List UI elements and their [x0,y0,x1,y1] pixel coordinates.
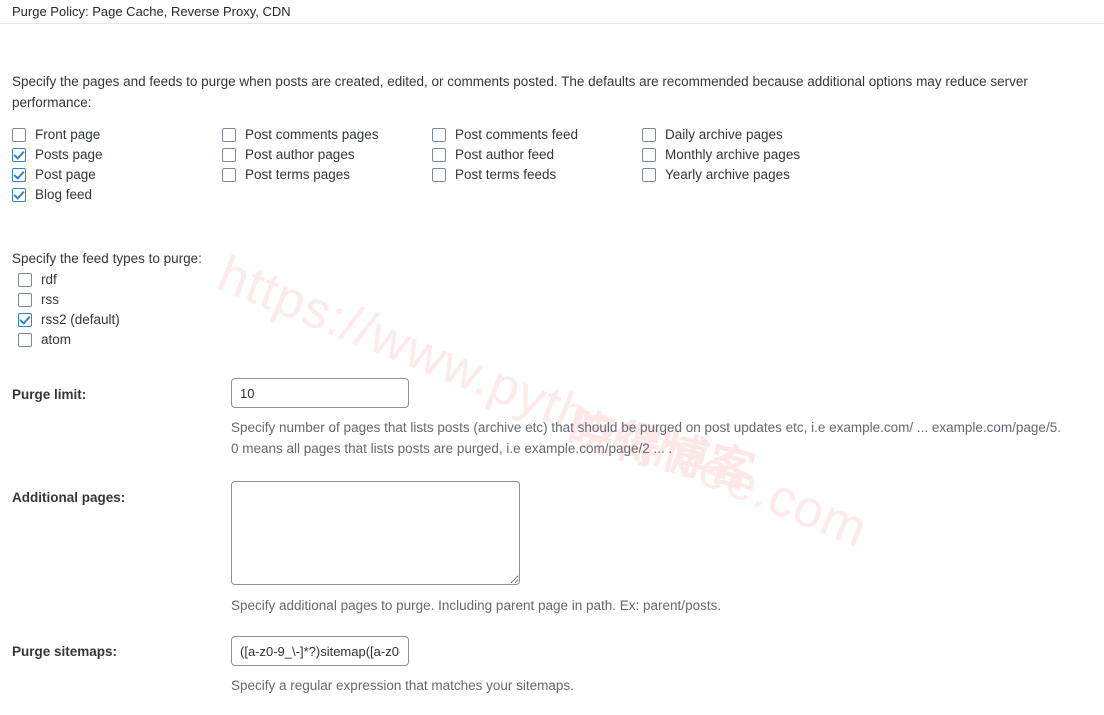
purge-sitemaps-row: Purge sitemaps: Specify a regular expres… [12,636,1092,696]
checkbox-rdf[interactable] [18,273,32,287]
checkbox-label-post-author-pages: Post author pages [245,147,355,162]
checkbox-row-atom[interactable]: atom [12,330,1092,350]
additional-pages-label: Additional pages: [12,490,126,505]
checkbox-daily-archive-pages[interactable] [642,128,656,142]
checkbox-label-rdf: rdf [41,272,57,287]
checkbox-label-post-comments-pages: Post comments pages [245,127,379,142]
purge-targets-column-1: Front page Posts page Post page Blog fee… [12,125,103,205]
checkbox-row-post-comments-feed[interactable]: Post comments feed [432,125,578,145]
checkbox-row-post-terms-feeds[interactable]: Post terms feeds [432,165,578,185]
feed-types-label: Specify the feed types to purge: [12,251,202,266]
purge-targets-column-3: Post comments feed Post author feed Post… [432,125,578,185]
checkbox-label-post-terms-feeds: Post terms feeds [455,167,557,182]
checkbox-label-post-comments-feed: Post comments feed [455,127,579,142]
checkbox-row-monthly-archive-pages[interactable]: Monthly archive pages [642,145,800,165]
checkbox-row-post-terms-pages[interactable]: Post terms pages [222,165,379,185]
checkbox-label-posts-page: Posts page [35,147,103,162]
checkbox-label-yearly-archive-pages: Yearly archive pages [665,167,790,182]
purge-limit-control: Specify number of pages that lists posts… [231,378,1092,459]
checkbox-post-comments-feed[interactable] [432,128,446,142]
checkbox-rss[interactable] [18,293,32,307]
checkbox-label-post-page: Post page [35,167,96,182]
panel-header: Purge Policy: Page Cache, Reverse Proxy,… [0,0,1104,24]
additional-pages-helper: Specify additional pages to purge. Inclu… [231,598,722,613]
purge-limit-helper-line-1: Specify number of pages that lists posts… [231,420,1061,435]
purge-targets-column-2: Post comments pages Post author pages Po… [222,125,379,185]
intro-paragraph: Specify the pages and feeds to purge whe… [12,74,1028,110]
checkbox-row-rdf[interactable]: rdf [12,270,1092,290]
checkbox-yearly-archive-pages[interactable] [642,168,656,182]
checkbox-label-rss2: rss2 (default) [41,312,120,327]
checkbox-blog-feed[interactable] [12,188,26,202]
feed-types-group: Specify the feed types to purge: rdf rss… [12,249,1092,350]
checkbox-label-post-terms-pages: Post terms pages [245,167,351,182]
checkbox-rss2[interactable] [18,313,32,327]
checkbox-atom[interactable] [18,333,32,347]
page-title: Purge Policy: Page Cache, Reverse Proxy,… [12,4,291,19]
checkbox-post-comments-pages[interactable] [222,128,236,142]
checkbox-label-front-page: Front page [35,127,101,142]
additional-pages-control: Specify additional pages to purge. Inclu… [231,481,1092,616]
checkbox-post-author-feed[interactable] [432,148,446,162]
checkbox-post-author-pages[interactable] [222,148,236,162]
checkbox-label-monthly-archive-pages: Monthly archive pages [665,147,801,162]
checkbox-label-daily-archive-pages: Daily archive pages [665,127,783,142]
purge-limit-input[interactable] [231,378,409,408]
additional-pages-textarea[interactable] [231,481,520,585]
purge-limit-row: Purge limit: Specify number of pages tha… [12,378,1092,459]
checkbox-row-post-author-pages[interactable]: Post author pages [222,145,379,165]
purge-sitemaps-control: Specify a regular expression that matche… [231,636,1092,696]
checkbox-row-daily-archive-pages[interactable]: Daily archive pages [642,125,800,145]
purge-sitemaps-helper: Specify a regular expression that matche… [231,678,574,693]
checkbox-row-yearly-archive-pages[interactable]: Yearly archive pages [642,165,800,185]
checkbox-row-posts-page[interactable]: Posts page [12,145,103,165]
purge-limit-label: Purge limit: [12,387,87,402]
purge-targets-group: Front page Posts page Post page Blog fee… [12,125,1092,202]
checkbox-post-terms-feeds[interactable] [432,168,446,182]
additional-pages-row: Additional pages: Specify additional pag… [12,481,1092,616]
purge-limit-helper-line-2: 0 means all pages that lists posts are p… [231,441,673,456]
settings-form: Specify the pages and feeds to purge whe… [0,24,1104,696]
checkbox-post-page[interactable] [12,168,26,182]
checkbox-label-blog-feed: Blog feed [35,187,93,202]
checkbox-label-rss: rss [41,292,59,307]
checkbox-row-post-author-feed[interactable]: Post author feed [432,145,578,165]
checkbox-monthly-archive-pages[interactable] [642,148,656,162]
checkbox-row-rss[interactable]: rss [12,290,1092,310]
checkbox-label-post-author-feed: Post author feed [455,147,555,162]
checkbox-row-rss2[interactable]: rss2 (default) [12,310,1092,330]
checkbox-label-atom: atom [41,332,72,347]
purge-sitemaps-input[interactable] [231,636,409,666]
checkbox-row-post-page[interactable]: Post page [12,165,103,185]
checkbox-front-page[interactable] [12,128,26,142]
checkbox-row-post-comments-pages[interactable]: Post comments pages [222,125,379,145]
checkbox-post-terms-pages[interactable] [222,168,236,182]
purge-targets-column-4: Daily archive pages Monthly archive page… [642,125,800,185]
purge-sitemaps-label: Purge sitemaps: [12,644,118,659]
checkbox-row-front-page[interactable]: Front page [12,125,103,145]
checkbox-row-blog-feed[interactable]: Blog feed [12,185,103,205]
checkbox-posts-page[interactable] [12,148,26,162]
